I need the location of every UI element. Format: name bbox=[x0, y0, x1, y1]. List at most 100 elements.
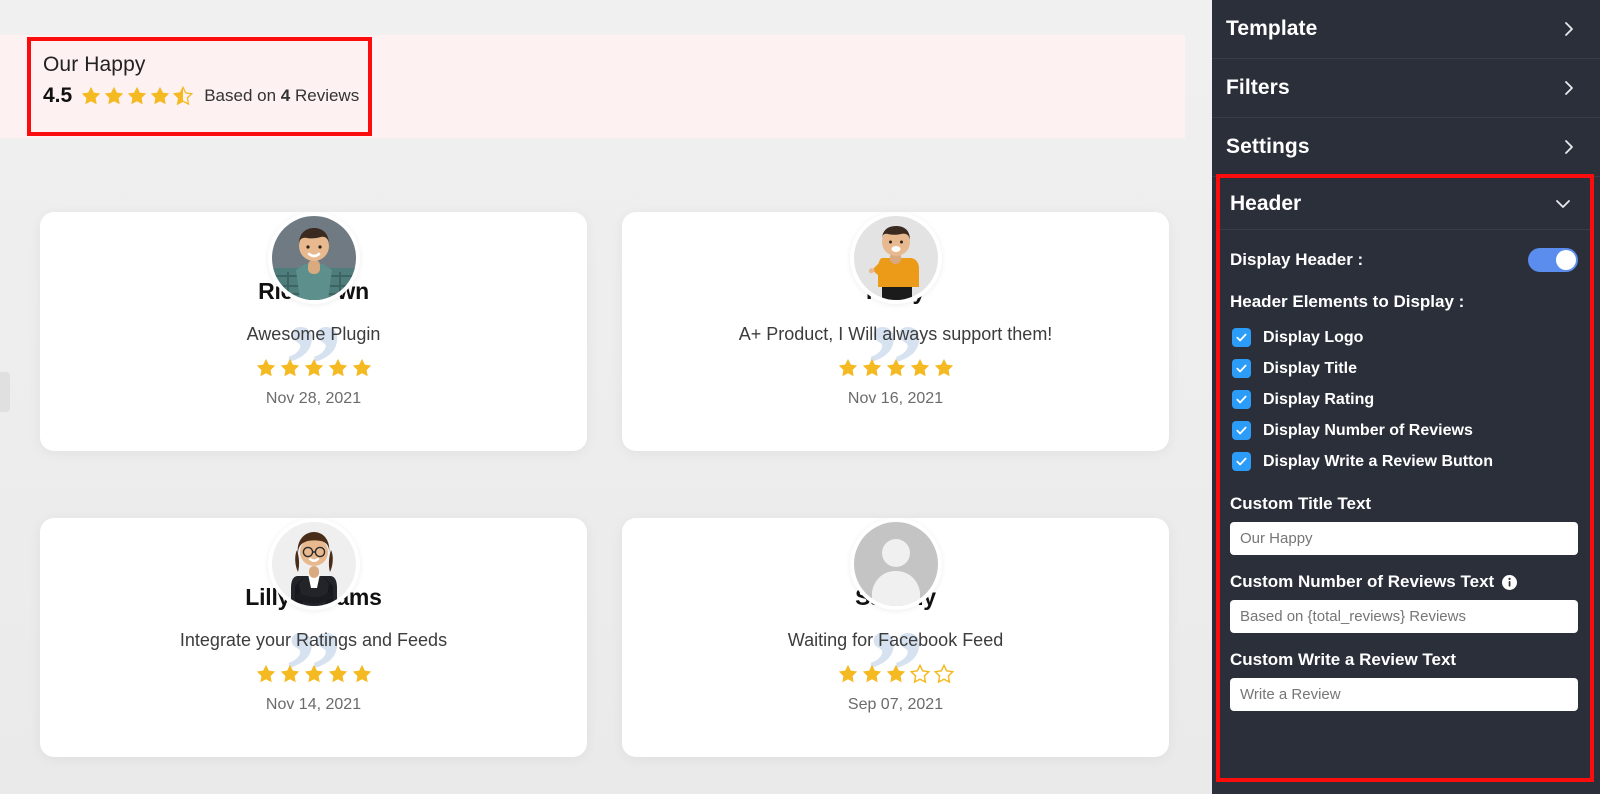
review-card-cell: ” Sammy Waiting for Facebook Feed Sep 07… bbox=[622, 472, 1169, 757]
review-date: Nov 28, 2021 bbox=[265, 390, 362, 407]
checkbox-label: Display Number of Reviews bbox=[1263, 421, 1473, 439]
avatar bbox=[267, 518, 360, 610]
custom-title-text-input[interactable] bbox=[1230, 522, 1578, 555]
sidebar-item-template[interactable]: Template bbox=[1212, 0, 1600, 59]
photo-woman-glasses-blazer-icon bbox=[271, 522, 356, 606]
avatar bbox=[849, 212, 942, 304]
review-text: Integrate your Ratings and Feeds bbox=[179, 630, 448, 650]
review-text: Awesome Plugin bbox=[246, 324, 381, 344]
checkbox-display-number-of-reviews[interactable]: Display Number of Reviews bbox=[1230, 415, 1578, 446]
widget-preview-pane: Our Happy 4.5 Based on 4 Reviews Awesome… bbox=[0, 0, 1212, 794]
checkbox-checked-icon bbox=[1232, 452, 1251, 471]
checkbox-display-write-a-review-button[interactable]: Display Write a Review Button bbox=[1230, 446, 1578, 477]
checkbox-checked-icon bbox=[1232, 359, 1251, 378]
sidebar-item-label: Header bbox=[1230, 191, 1302, 215]
custom-write-a-review-text-label: Custom Write a Review Text bbox=[1230, 650, 1578, 670]
field-label-text: Custom Write a Review Text bbox=[1230, 650, 1457, 669]
custom-number-of-reviews-text-input[interactable] bbox=[1230, 600, 1578, 633]
reviews-prefix: Based on bbox=[204, 86, 281, 105]
checkbox-label: Display Title bbox=[1263, 359, 1357, 377]
review-date: Nov 14, 2021 bbox=[265, 696, 362, 713]
reviews-count: 4 bbox=[280, 86, 291, 105]
avatar bbox=[849, 518, 942, 610]
custom-number-of-reviews-text-label: Custom Number of Reviews Text bbox=[1230, 572, 1578, 592]
star-icon bbox=[128, 86, 147, 105]
review-card[interactable]: ” Sammy Waiting for Facebook Feed Sep 07… bbox=[622, 518, 1169, 757]
display-header-row: Display Header : bbox=[1230, 238, 1578, 282]
header-star-rating bbox=[80, 85, 194, 107]
avatar-image-rickgown bbox=[271, 216, 356, 300]
avatar-image-harry bbox=[853, 216, 938, 300]
app-root: Our Happy 4.5 Based on 4 Reviews Awesome… bbox=[0, 0, 1600, 794]
review-card-cell: ” RickGown Awesome Plugin Nov 28, 2021 bbox=[40, 166, 587, 451]
star-icon bbox=[838, 358, 857, 377]
header-settings-section: Header Display Header : Header Elements … bbox=[1216, 174, 1594, 782]
checkbox-checked-icon bbox=[1232, 421, 1251, 440]
review-star-rating bbox=[622, 663, 1169, 685]
checkbox-display-logo[interactable]: Display Logo bbox=[1230, 322, 1578, 353]
review-card[interactable]: ” RickGown Awesome Plugin Nov 28, 2021 bbox=[40, 212, 587, 451]
checkbox-checked-icon bbox=[1232, 328, 1251, 347]
checkbox-label: Display Write a Review Button bbox=[1263, 452, 1493, 470]
display-header-toggle[interactable] bbox=[1528, 248, 1578, 272]
star-icon bbox=[886, 358, 905, 377]
star-icon bbox=[934, 358, 953, 377]
chevron-right-icon bbox=[1560, 138, 1578, 156]
toggle-knob bbox=[1556, 250, 1576, 270]
star-icon bbox=[910, 358, 929, 377]
chevron-right-icon bbox=[1560, 79, 1578, 97]
photo-man-plaid-shirt-icon bbox=[271, 216, 356, 300]
star-icon bbox=[151, 86, 170, 105]
review-card[interactable]: ” Harry A+ Product, I Will always suppor… bbox=[622, 212, 1169, 451]
review-text: A+ Product, I Will always support them! bbox=[738, 324, 1053, 344]
display-header-label: Display Header : bbox=[1230, 250, 1364, 269]
field-label-text: Custom Number of Reviews Text bbox=[1230, 572, 1495, 591]
checkbox-checked-icon bbox=[1232, 390, 1251, 409]
star-icon bbox=[862, 358, 881, 377]
photo-man-orange-sweater-icon bbox=[853, 216, 938, 300]
avatar-image-sammy bbox=[853, 522, 938, 606]
header-settings-body: Display Header : Header Elements to Disp… bbox=[1220, 230, 1590, 721]
field-label-text: Custom Title Text bbox=[1230, 494, 1372, 513]
review-card[interactable]: ” LillyWilliams Integrate your Ratings a… bbox=[40, 518, 587, 757]
star-icon bbox=[862, 664, 881, 683]
review-date: Sep 07, 2021 bbox=[847, 696, 944, 713]
avatar bbox=[267, 212, 360, 304]
checkbox-label: Display Logo bbox=[1263, 328, 1364, 346]
star-icon bbox=[280, 664, 299, 683]
sidebar-item-label: Template bbox=[1226, 17, 1318, 40]
review-star-rating bbox=[622, 357, 1169, 379]
rating-value: 4.5 bbox=[43, 84, 73, 107]
sidebar-item-label: Settings bbox=[1226, 135, 1310, 158]
review-star-rating bbox=[40, 663, 587, 685]
star-icon bbox=[256, 664, 275, 683]
review-text: Waiting for Facebook Feed bbox=[787, 630, 1004, 650]
star-outline-icon bbox=[909, 663, 930, 684]
info-circle-icon[interactable] bbox=[1502, 574, 1518, 590]
review-date: Nov 16, 2021 bbox=[847, 390, 944, 407]
default-user-silhouette-icon bbox=[853, 522, 938, 606]
star-icon bbox=[280, 358, 299, 377]
reviews-count-text: Based on 4 Reviews bbox=[204, 86, 359, 106]
review-card-cell: ” Harry A+ Product, I Will always suppor… bbox=[622, 166, 1169, 451]
star-icon bbox=[838, 664, 857, 683]
star-icon bbox=[105, 86, 124, 105]
header-highlight-box: Our Happy 4.5 Based on 4 Reviews bbox=[27, 37, 372, 136]
sidebar-item-filters[interactable]: Filters bbox=[1212, 59, 1600, 118]
chevron-down-icon bbox=[1554, 195, 1572, 213]
custom-write-a-review-text-input[interactable] bbox=[1230, 678, 1578, 711]
preview-canvas: Our Happy 4.5 Based on 4 Reviews Awesome… bbox=[0, 0, 1212, 794]
reviews-suffix: Reviews bbox=[290, 86, 360, 105]
star-icon bbox=[352, 358, 371, 377]
star-icon bbox=[256, 358, 275, 377]
review-card-cell: ” LillyWilliams Integrate your Ratings a… bbox=[40, 472, 587, 757]
checkbox-label: Display Rating bbox=[1263, 390, 1375, 408]
sidebar-item-settings[interactable]: Settings bbox=[1212, 118, 1600, 177]
star-icon bbox=[886, 664, 905, 683]
checkbox-display-title[interactable]: Display Title bbox=[1230, 353, 1578, 384]
sidebar-item-label: Filters bbox=[1226, 76, 1290, 99]
star-icon bbox=[304, 664, 323, 683]
checkbox-display-rating[interactable]: Display Rating bbox=[1230, 384, 1578, 415]
widget-header-rating-row: 4.5 Based on 4 Reviews bbox=[43, 84, 359, 108]
sidebar-item-header[interactable]: Header bbox=[1220, 178, 1590, 230]
